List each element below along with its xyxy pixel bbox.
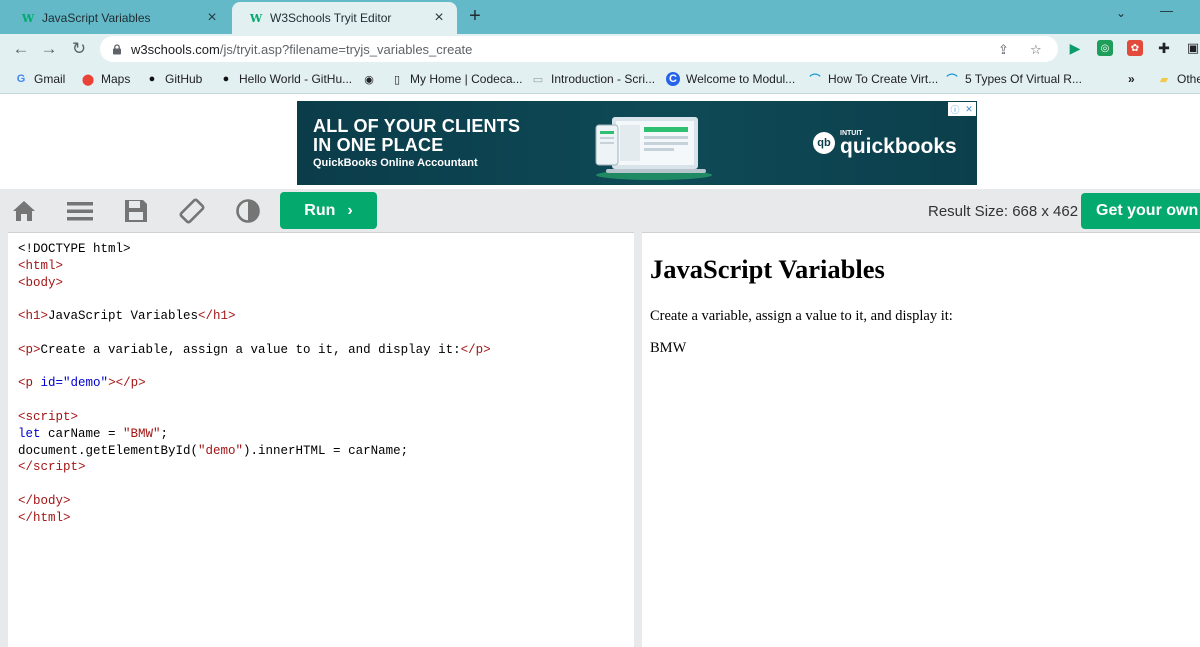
bookmark-how-to-create[interactable]: ⌒ How To Create Virt... bbox=[808, 71, 939, 87]
globe-icon: ◉ bbox=[364, 73, 374, 86]
bookmarks-overflow-button[interactable]: » bbox=[1128, 71, 1135, 87]
result-frame: JavaScript Variables Create a variable, … bbox=[642, 232, 1200, 647]
code-line: <html> bbox=[18, 258, 64, 273]
tab-search-chevron-icon[interactable]: ⌄ bbox=[1116, 6, 1126, 20]
rotate-orientation-icon[interactable] bbox=[179, 198, 205, 224]
ad-close-icon[interactable]: ✕ bbox=[962, 102, 976, 116]
bookmark-introduction[interactable]: ▭ Introduction - Scri... bbox=[531, 71, 655, 87]
code-line: </body> bbox=[18, 493, 71, 508]
bookmarks-bar: G Gmail ⬤ Maps ● GitHub ● Hello World - … bbox=[0, 64, 1200, 94]
google-icon: G bbox=[16, 73, 26, 85]
bird-icon: ⌒ bbox=[946, 74, 958, 86]
folder-icon: ▰ bbox=[1159, 73, 1169, 86]
bookmark-label: GitHub bbox=[165, 72, 203, 86]
code-line: Create a variable, assign a value to it,… bbox=[40, 342, 461, 357]
code-line: </html> bbox=[18, 510, 71, 525]
save-icon[interactable] bbox=[123, 198, 149, 224]
pane-splitter[interactable] bbox=[634, 232, 642, 647]
code-line: </script> bbox=[18, 460, 86, 475]
menu-icon[interactable] bbox=[67, 198, 93, 224]
w3schools-favicon-icon: W bbox=[21, 11, 35, 25]
sidebar-toggle-icon[interactable]: ▣ bbox=[1185, 40, 1200, 56]
bookmark-label: Maps bbox=[101, 72, 131, 86]
extension-play-icon[interactable]: ▶ bbox=[1067, 40, 1083, 56]
result-heading: JavaScript Variables bbox=[650, 254, 885, 284]
bird-icon: ⌒ bbox=[809, 74, 821, 86]
ad-headline-line2: IN ONE PLACE bbox=[313, 135, 444, 155]
ad-headline-line1: ALL OF YOUR CLIENTS bbox=[313, 116, 521, 136]
result-size-label: Result Size: 668 x 462 bbox=[928, 203, 1079, 220]
tab-javascript-variables[interactable]: W JavaScript Variables × bbox=[4, 2, 230, 34]
get-your-own-website-button[interactable]: Get your own w bbox=[1081, 193, 1200, 229]
back-arrow-icon[interactable]: ← bbox=[10, 38, 32, 60]
extensions-puzzle-icon[interactable]: ✚ bbox=[1156, 40, 1172, 56]
reload-icon[interactable]: ↻ bbox=[68, 38, 90, 60]
bookmark-label: Othe bbox=[1177, 72, 1200, 86]
other-bookmarks[interactable]: ▰ Othe bbox=[1157, 71, 1200, 87]
result-demo-output: BMW bbox=[650, 340, 687, 356]
page-icon: ▭ bbox=[532, 73, 544, 86]
code-line: JavaScript Variables bbox=[48, 309, 199, 324]
address-bar[interactable]: w3schools.com/js/tryit.asp?filename=tryj… bbox=[100, 36, 1058, 62]
home-icon[interactable] bbox=[11, 198, 37, 224]
bookmark-globe[interactable]: ◉ bbox=[362, 71, 382, 87]
bookmark-hello-world[interactable]: ● Hello World - GitHu... bbox=[219, 71, 352, 87]
close-icon[interactable]: × bbox=[204, 10, 220, 26]
result-paragraph: Create a variable, assign a value to it,… bbox=[650, 308, 953, 324]
quickbooks-ad-banner[interactable]: ALL OF YOUR CLIENTS IN ONE PLACE QuickBo… bbox=[297, 101, 977, 185]
new-tab-button[interactable]: + bbox=[464, 5, 486, 27]
lock-icon bbox=[112, 43, 122, 55]
code-line: <body> bbox=[18, 275, 64, 290]
bookmark-gmail[interactable]: G Gmail bbox=[14, 71, 66, 87]
browser-toolbar: ← → ↻ w3schools.com/js/tryit.asp?filenam… bbox=[0, 34, 1200, 64]
close-icon[interactable]: × bbox=[431, 10, 447, 26]
code-line: <script> bbox=[18, 409, 79, 424]
w3schools-favicon-icon: W bbox=[249, 11, 263, 25]
extension-grammar-icon[interactable]: ◎ bbox=[1097, 40, 1113, 56]
bookmark-label: Hello World - GitHu... bbox=[239, 72, 353, 86]
laptop-illustration bbox=[595, 117, 712, 180]
code-line: <!DOCTYPE html> bbox=[18, 242, 131, 256]
ad-choices[interactable]: ⓘ ✕ bbox=[948, 102, 976, 116]
bookmark-codecademy[interactable]: ▯ My Home | Codeca... bbox=[390, 71, 523, 87]
contrast-theme-icon[interactable] bbox=[235, 198, 261, 224]
bookmark-maps[interactable]: ⬤ Maps bbox=[81, 71, 131, 87]
github-icon: ● bbox=[222, 73, 230, 85]
bookmark-label: Introduction - Scri... bbox=[551, 72, 656, 86]
github-icon: ● bbox=[148, 73, 156, 85]
url-path: /js/tryit.asp?filename=tryjs_variables_c… bbox=[219, 41, 473, 57]
share-icon[interactable]: ⇪ bbox=[998, 42, 1009, 58]
forward-arrow-icon[interactable]: → bbox=[38, 38, 60, 60]
codecademy-icon: ▯ bbox=[393, 73, 401, 86]
ad-subtitle: QuickBooks Online Accountant bbox=[313, 157, 478, 169]
ad-brand: quickbooks bbox=[840, 135, 957, 158]
bookmark-label: Gmail bbox=[34, 72, 66, 86]
bookmark-github[interactable]: ● GitHub bbox=[145, 71, 203, 87]
tab-tryit-editor[interactable]: W W3Schools Tryit Editor × bbox=[232, 2, 457, 34]
extension-red-icon[interactable]: ✿ bbox=[1127, 40, 1143, 56]
browser-tabstrip: W JavaScript Variables × W W3Schools Try… bbox=[0, 0, 1200, 34]
code-editor[interactable]: <!DOCTYPE html> <html> <body> <h1>JavaSc… bbox=[8, 232, 634, 647]
c-icon: C bbox=[666, 72, 680, 86]
minimize-icon[interactable]: — bbox=[1160, 3, 1173, 18]
run-button[interactable]: Run › bbox=[280, 192, 377, 229]
bookmark-label: My Home | Codeca... bbox=[410, 72, 523, 86]
tab-title: W3Schools Tryit Editor bbox=[270, 11, 392, 25]
bookmark-label: Welcome to Modul... bbox=[686, 72, 796, 86]
bookmark-label: How To Create Virt... bbox=[828, 72, 939, 86]
code-text[interactable]: <!DOCTYPE html> <html> <body> <h1>JavaSc… bbox=[18, 241, 491, 527]
bookmark-five-types[interactable]: ⌒ 5 Types Of Virtual R... bbox=[945, 71, 1082, 87]
star-icon[interactable]: ☆ bbox=[1030, 42, 1042, 58]
maps-pin-icon: ⬤ bbox=[81, 73, 95, 86]
chevron-right-icon: › bbox=[347, 201, 353, 219]
tab-title: JavaScript Variables bbox=[42, 11, 151, 25]
run-button-label: Run bbox=[304, 201, 336, 219]
ad-info-icon[interactable]: ⓘ bbox=[948, 102, 962, 116]
bookmark-label: 5 Types Of Virtual R... bbox=[965, 72, 1082, 86]
left-gutter bbox=[0, 232, 8, 647]
url-host: w3schools.com bbox=[131, 41, 220, 57]
quickbooks-logo-icon: qb bbox=[813, 132, 835, 154]
bookmark-welcome[interactable]: C Welcome to Modul... bbox=[666, 71, 795, 87]
